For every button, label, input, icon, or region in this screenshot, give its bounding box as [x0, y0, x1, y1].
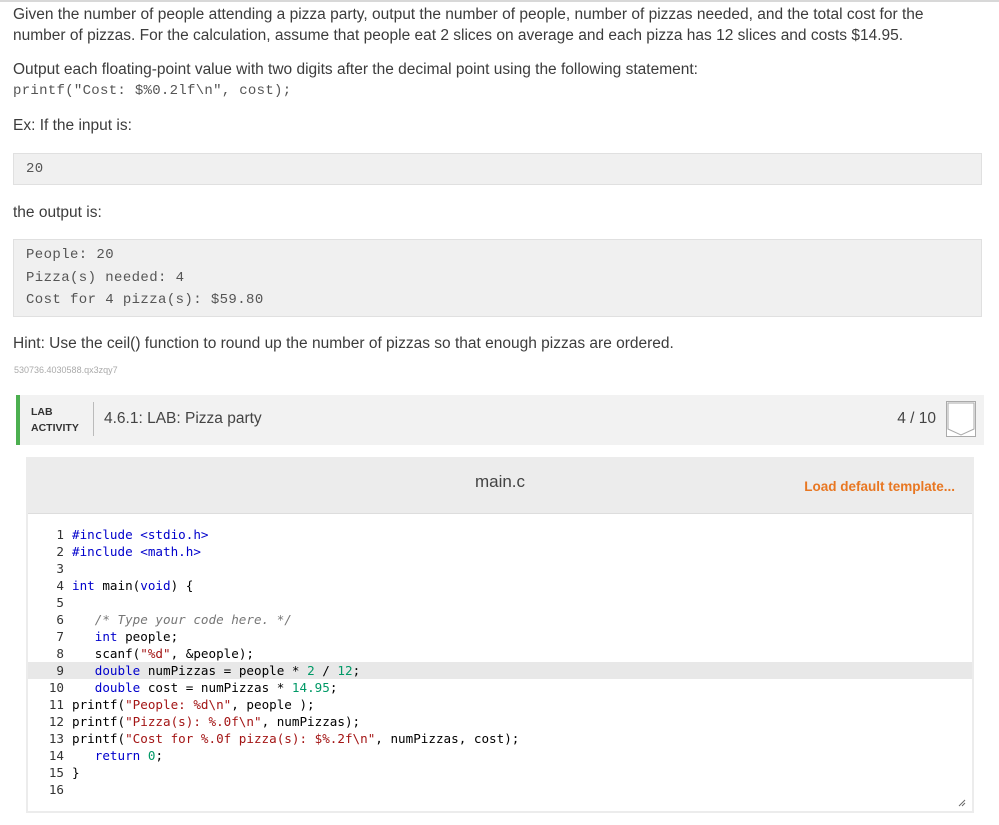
code-line[interactable]: 6 /* Type your code here. */ [28, 611, 972, 628]
output-line: People: 20 [26, 247, 115, 263]
code-editor[interactable]: 1 #include <stdio.h> 2 #include <math.h> 3 4 i… [28, 513, 972, 811]
line-number: 1 [56, 527, 64, 542]
code-line[interactable]: 10 double cost = numPizzas * 14.95; [28, 679, 972, 696]
format-instruction: Output each floating-point value with tw… [13, 61, 698, 78]
printf-statement: printf("Cost: $%0.2lf\n", cost); [13, 83, 292, 99]
score-badge-icon [946, 401, 976, 437]
code-line[interactable]: 15} [28, 764, 972, 781]
code-line[interactable]: 14 return 0; [28, 747, 972, 764]
example-input-box: 20 [13, 153, 982, 185]
code-line[interactable]: 9 double numPizzas = people * 2 / 12; [28, 662, 972, 679]
code-line[interactable]: 3 [28, 560, 972, 577]
code-line[interactable]: 12 printf("Pizza(s): %.0f\n", numPizzas); [28, 713, 972, 730]
code-line[interactable]: 13 printf("Cost for %.0f pizza(s): $%.2f\… [28, 730, 972, 747]
code-line[interactable]: 2 #include <math.h> [28, 543, 972, 560]
line-number: 16 [48, 782, 64, 797]
code-text[interactable]: return 0; [72, 747, 163, 764]
code-text[interactable]: printf("Cost for %.0f pizza(s): $%.2f\n"… [72, 730, 519, 747]
lab-title: 4.6.1: LAB: Pizza party [104, 410, 262, 427]
code-line[interactable]: 16 [28, 781, 972, 798]
load-default-template-button[interactable]: Load default template... [804, 479, 955, 494]
code-text[interactable]: scanf("%d", &people); [72, 645, 254, 662]
header-separator [93, 402, 94, 436]
code-editor-panel: main.c Load default template... 1 #includ… [26, 457, 974, 813]
line-number: 14 [48, 748, 64, 763]
output-line: Pizza(s) needed: 4 [26, 269, 185, 286]
code-text[interactable]: #include <math.h> [72, 543, 201, 560]
line-number: 11 [48, 697, 64, 712]
problem-statement: Given the number of people attending a p… [13, 6, 924, 44]
line-number: 6 [56, 612, 64, 627]
line-number: 5 [56, 595, 64, 610]
code-text[interactable]: double numPizzas = people * 2 / 12; [72, 662, 360, 679]
lab-activity-header: LAB ACTIVITY 4.6.1: LAB: Pizza party 4 /… [16, 395, 984, 445]
activity-id-stamp: 530736.4030588.qx3zqy7 [14, 365, 118, 375]
code-text[interactable]: double cost = numPizzas * 14.95; [72, 679, 338, 696]
resize-handle-icon[interactable] [958, 799, 966, 807]
top-divider [0, 0, 999, 2]
code-line[interactable]: 1 #include <stdio.h> [28, 526, 972, 543]
line-number: 3 [56, 561, 64, 576]
code-line[interactable]: 7 int people; [28, 628, 972, 645]
line-number: 13 [48, 731, 64, 746]
code-line[interactable]: 4 int main(void) { [28, 577, 972, 594]
example-input-value: 20 [26, 161, 44, 177]
example-output-box: People: 20 Pizza(s) needed: 4 Cost for 4… [13, 239, 982, 317]
line-number: 12 [48, 714, 64, 729]
code-text[interactable]: printf("People: %d\n", people ); [72, 696, 315, 713]
line-number: 2 [56, 544, 64, 559]
code-text[interactable]: #include <stdio.h> [72, 526, 208, 543]
output-line: Cost for 4 pizza(s): $59.80 [26, 292, 264, 308]
code-text[interactable]: /* Type your code here. */ [72, 611, 292, 628]
code-text[interactable]: printf("Pizza(s): %.0f\n", numPizzas); [72, 713, 360, 730]
lab-activity-tag: LAB ACTIVITY [31, 406, 79, 434]
line-number: 9 [56, 663, 64, 678]
code-text[interactable]: int people; [72, 628, 178, 645]
code-line[interactable]: 5 [28, 594, 972, 611]
line-number: 4 [56, 578, 64, 593]
line-number: 10 [48, 680, 64, 695]
code-line[interactable]: 8 scanf("%d", &people); [28, 645, 972, 662]
example-input-intro: Ex: If the input is: [13, 117, 132, 134]
code-line[interactable]: 11 printf("People: %d\n", people ); [28, 696, 972, 713]
lab-score: 4 / 10 [897, 410, 936, 427]
example-output-intro: the output is: [13, 204, 102, 221]
line-number: 8 [56, 646, 64, 661]
code-text[interactable]: } [72, 764, 80, 781]
code-text[interactable]: int main(void) { [72, 577, 193, 594]
hint-text: Hint: Use the ceil() function to round u… [13, 335, 674, 352]
line-number: 7 [56, 629, 64, 644]
code-lines[interactable]: 1 #include <stdio.h> 2 #include <math.h> 3 4 i… [28, 526, 972, 798]
line-number: 15 [48, 765, 64, 780]
